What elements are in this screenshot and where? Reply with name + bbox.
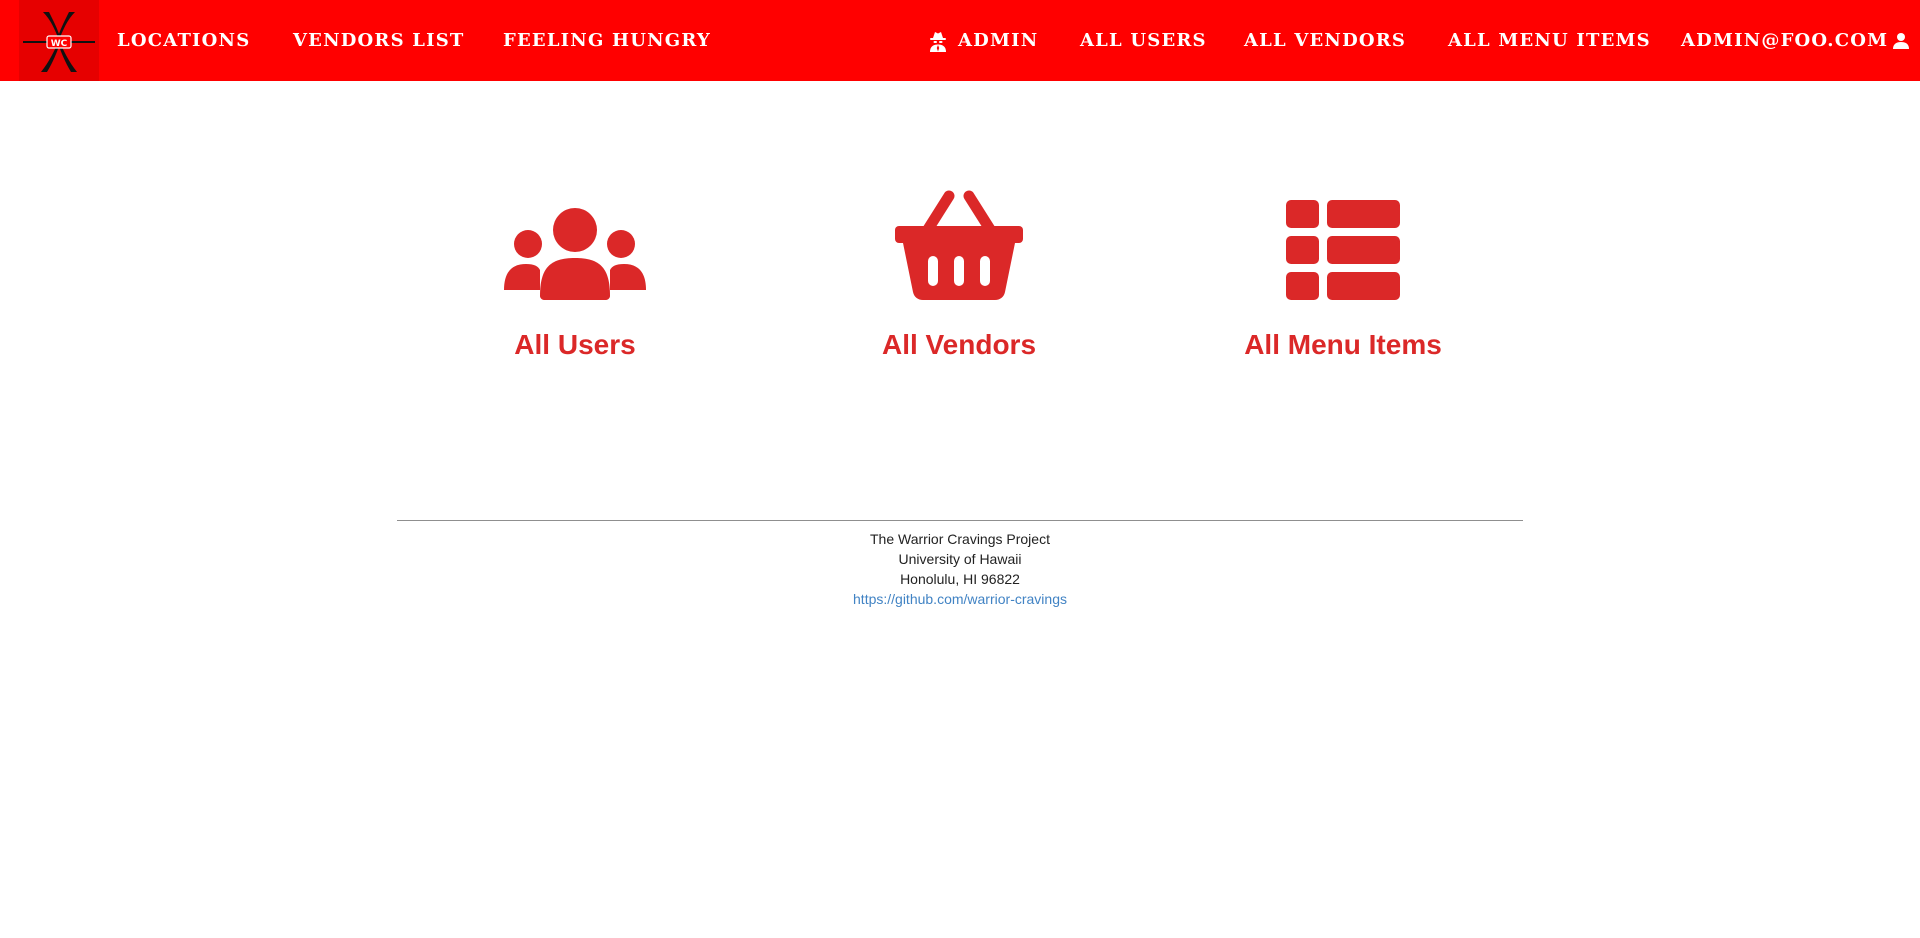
nav-all-users[interactable]: All Users bbox=[1080, 0, 1207, 81]
card-all-users-label: All Users bbox=[514, 329, 636, 360]
card-all-menu-items-label: All Menu Items bbox=[1244, 329, 1442, 360]
footer-project-name: The Warrior Cravings Project bbox=[870, 531, 1050, 547]
th-list-icon bbox=[1286, 200, 1400, 300]
footer-github-link[interactable]: https://github.com/warrior-cravings bbox=[853, 591, 1067, 607]
footer-university: University of Hawaii bbox=[898, 551, 1022, 567]
nav-user-account-dropdown[interactable]: admin@foo.com bbox=[1681, 0, 1910, 81]
svg-text:WC: WC bbox=[51, 39, 68, 49]
card-all-vendors-label: All Vendors bbox=[881, 329, 1037, 360]
card-all-users[interactable]: All Users bbox=[425, 190, 725, 362]
nav-feeling-hungry-label: Feeling Hungry bbox=[503, 30, 711, 51]
shopping-basket-icon bbox=[895, 190, 1023, 300]
nav-admin-label: Admin bbox=[958, 30, 1039, 51]
users-icon bbox=[504, 208, 646, 300]
nav-all-vendors-label: All Vendors bbox=[1244, 30, 1407, 51]
user-secret-icon bbox=[926, 29, 950, 53]
nav-vendors-list-label: Vendors List bbox=[293, 30, 465, 51]
nav-all-vendors[interactable]: All Vendors bbox=[1244, 0, 1406, 81]
footer-address: Honolulu, HI 96822 bbox=[900, 571, 1020, 587]
nav-all-users-label: All Users bbox=[1080, 30, 1207, 51]
footer-divider bbox=[397, 520, 1523, 521]
home-logo-link[interactable]: WC bbox=[19, 0, 99, 81]
nav-admin-dropdown[interactable]: Admin bbox=[926, 0, 1038, 81]
user-icon bbox=[1892, 32, 1910, 50]
nav-locations[interactable]: Locations bbox=[117, 0, 250, 81]
nav-all-menu-items[interactable]: All Menu Items bbox=[1448, 0, 1651, 81]
nav-locations-label: Locations bbox=[117, 30, 251, 51]
nav-user-email-label: admin@foo.com bbox=[1681, 30, 1889, 51]
nav-all-menu-items-label: All Menu Items bbox=[1448, 30, 1651, 51]
footer: The Warrior Cravings Project University … bbox=[0, 529, 1920, 609]
nav-feeling-hungry[interactable]: Feeling Hungry bbox=[503, 0, 711, 81]
warrior-cravings-logo-icon: WC bbox=[23, 11, 95, 72]
nav-vendors-list[interactable]: Vendors List bbox=[293, 0, 465, 81]
card-all-vendors[interactable]: All Vendors bbox=[809, 190, 1109, 362]
card-all-menu-items[interactable]: All Menu Items bbox=[1193, 190, 1493, 362]
top-navbar: WC Locations Vendors List Feeling Hungry… bbox=[0, 0, 1920, 81]
